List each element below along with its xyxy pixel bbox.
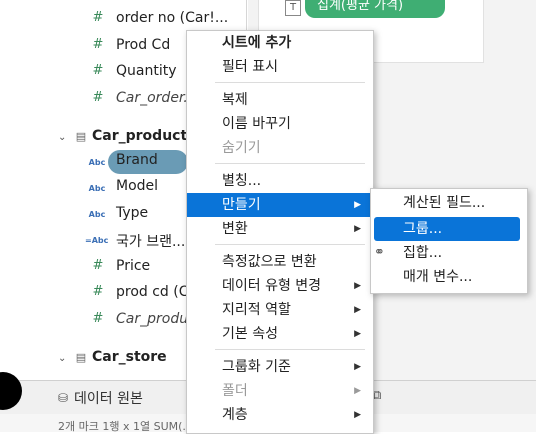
submenu-item-calculated-field[interactable]: 계산된 필드... [371, 191, 527, 215]
submenu-arrow-icon: ▶ [354, 200, 361, 210]
table-group-car-product[interactable]: ⌄ ▤ Car_product [58, 123, 187, 149]
field-car-order-count[interactable]: Car_order... [116, 90, 197, 106]
menu-separator [215, 349, 365, 350]
menu-item-geographic-role[interactable]: 지리적 역할 ▶ [187, 298, 373, 322]
menu-item-create[interactable]: 만들기 ▶ [187, 193, 373, 217]
menu-separator [215, 163, 365, 164]
menu-item-convert-to-measure[interactable]: 측정값으로 변환 [187, 250, 373, 274]
measure-number-icon: # [92, 63, 104, 78]
submenu-item-set[interactable]: ⚭ 집합... [371, 241, 527, 265]
menu-item-rename[interactable]: 이름 바꾸기 [187, 112, 373, 136]
datasource-tab[interactable]: 데이터 원본 [74, 388, 143, 408]
measure-number-icon: # [92, 311, 104, 326]
dimension-string-icon: Abc [88, 210, 106, 219]
field-country-brand[interactable]: 국가 브랜... [116, 231, 185, 251]
chevron-down-icon[interactable]: ⌄ [58, 125, 70, 151]
submenu-arrow-icon: ▶ [354, 362, 361, 372]
menu-item-duplicate[interactable]: 복제 [187, 88, 373, 112]
measure-number-icon: # [92, 10, 104, 25]
submenu-item-parameter[interactable]: 매개 변수... [371, 265, 527, 289]
text-mark-icon[interactable]: T [285, 0, 301, 16]
set-icon: ⚭ [374, 245, 385, 260]
calculated-string-icon: =Abc [85, 236, 109, 245]
measure-number-icon: # [92, 284, 104, 299]
measure-pill[interactable]: 집계(평균 가격) [305, 0, 445, 18]
table-group-car-store[interactable]: ⌄ ▤ Car_store [58, 344, 167, 370]
submenu-arrow-icon: ▶ [354, 329, 361, 339]
menu-item-group-by[interactable]: 그룹화 기준 ▶ [187, 355, 373, 379]
field-price[interactable]: Price [116, 258, 150, 274]
measure-number-icon: # [92, 90, 104, 105]
menu-item-add-to-sheet[interactable]: 시트에 추가 [187, 31, 373, 55]
menu-item-hierarchy[interactable]: 계층 ▶ [187, 403, 373, 427]
menu-item-show-filter[interactable]: 필터 표시 [187, 55, 373, 79]
field-type[interactable]: Type [116, 205, 148, 221]
create-submenu: 계산된 필드... 그룹... ⚭ 집합... 매개 변수... [370, 188, 528, 294]
context-menu: 시트에 추가 필터 표시 복제 이름 바꾸기 숨기기 별칭... 만들기 ▶ 변환… [186, 30, 374, 434]
submenu-item-group[interactable]: 그룹... [374, 217, 520, 241]
datasource-icon: ⛁ [58, 391, 69, 405]
chevron-down-icon[interactable]: ⌄ [58, 346, 70, 372]
menu-item-aliases[interactable]: 별칭... [187, 169, 373, 193]
submenu-arrow-icon: ▶ [354, 281, 361, 291]
menu-item-default-properties[interactable]: 기본 속성 ▶ [187, 322, 373, 346]
submenu-arrow-icon: ▶ [354, 305, 361, 315]
submenu-arrow-icon: ▶ [354, 410, 361, 420]
menu-item-hide: 숨기기 [222, 140, 261, 156]
menu-item-transform[interactable]: 변환 ▶ [187, 217, 373, 241]
dimension-string-icon: Abc [88, 184, 106, 193]
menu-separator [215, 82, 365, 83]
table-name: Car_product [92, 128, 188, 144]
field-model[interactable]: Model [116, 178, 158, 194]
measure-number-icon: # [92, 258, 104, 273]
submenu-arrow-icon: ▶ [354, 386, 361, 396]
menu-item-change-data-type[interactable]: 데이터 유형 변경 ▶ [187, 274, 373, 298]
menu-separator [215, 244, 365, 245]
menu-item-folders: 폴더 ▶ [187, 379, 373, 403]
table-icon: ▤ [75, 130, 87, 143]
field-order-no[interactable]: order no (Car!... [116, 10, 228, 26]
table-icon: ▤ [75, 351, 87, 364]
table-name: Car_store [92, 349, 167, 365]
field-quantity[interactable]: Quantity [116, 63, 177, 79]
field-prod-cd[interactable]: Prod Cd [116, 37, 170, 53]
field-brand[interactable]: Brand [116, 152, 158, 168]
submenu-arrow-icon: ▶ [354, 224, 361, 234]
dimension-string-icon: Abc [88, 158, 106, 167]
measure-number-icon: # [92, 37, 104, 52]
